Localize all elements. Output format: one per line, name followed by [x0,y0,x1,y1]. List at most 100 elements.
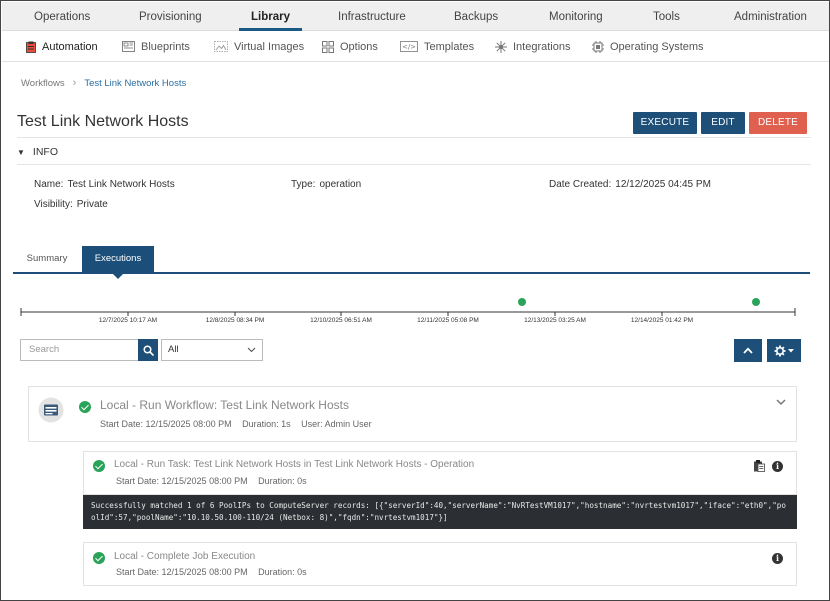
info-date-label: Date Created: [549,179,612,190]
gear-icon [774,345,786,356]
subnav-templates[interactable]: </> Templates [400,31,474,62]
execution-duration: Duration: 1s [242,419,291,429]
task-start-date: Start Date: 12/15/2025 08:00 PM [116,476,248,486]
top-nav: Operations Provisioning Library Infrastr… [2,2,829,31]
execution-user: User: Admin User [301,419,372,429]
info-date-value: 12/12/2025 04:45 PM [615,179,711,190]
sub-nav: Automation Blueprints Virtual Images Opt… [2,31,829,62]
page-title: Test Link Network Hosts [17,113,189,130]
operating-systems-icon [592,40,604,53]
nav-provisioning[interactable]: Provisioning [139,2,202,31]
divider [17,137,811,138]
info-date-created: Date Created: 12/12/2025 04:45 PM [549,179,711,190]
nav-administration[interactable]: Administration [734,2,807,31]
integrations-icon [495,40,507,53]
complete-meta: Start Date: 12/15/2025 08:00 PM Duration… [116,567,315,577]
complete-card[interactable]: Local - Complete Job Execution Start Dat… [83,542,797,586]
tab-caret-icon [113,274,123,279]
subnav-integrations-label: Integrations [513,40,571,53]
breadcrumb-current[interactable]: Test Link Network Hosts [84,78,186,89]
info-name-label: Name: [34,179,64,190]
subnav-automation[interactable]: Automation [26,31,98,62]
workflow-icon [38,397,64,423]
options-icon [322,40,334,53]
execution-start-date: Start Date: 12/15/2025 08:00 PM [100,419,232,429]
success-check-icon [93,460,105,472]
tab-underline [13,272,810,274]
nav-monitoring[interactable]: Monitoring [549,2,603,31]
subnav-templates-label: Templates [424,40,475,53]
timeline-ticks [127,312,663,316]
delete-button[interactable]: DELETE [749,112,807,134]
execution-meta: Start Date: 12/15/2025 08:00 PM Duration… [100,419,380,429]
tab-summary[interactable]: Summary [13,246,81,272]
task-meta: Start Date: 12/15/2025 08:00 PM Duration… [116,476,315,486]
nav-backups[interactable]: Backups [454,2,498,31]
info-visibility-label: Visibility: [34,199,73,210]
caret-down-icon [788,348,794,352]
complete-start-date: Start Date: 12/15/2025 08:00 PM [116,567,248,577]
search-button[interactable] [138,339,158,361]
timeline-execution-point[interactable] [518,298,526,306]
info-icon[interactable]: i [772,461,783,472]
copy-clipboard-icon[interactable] [753,459,765,472]
chevron-down-icon[interactable] [776,399,786,406]
subnav-automation-label: Automation [42,40,98,53]
edit-button[interactable]: EDIT [701,112,745,134]
timeline-label: 12/8/2025 08:34 PM [206,317,265,324]
chevron-right-icon: › [72,77,77,89]
search-input[interactable]: Search [20,339,138,361]
breadcrumb: Workflows › Test Link Network Hosts [21,77,186,89]
subnav-virtual-images[interactable]: Virtual Images [214,31,304,62]
nav-operations[interactable]: Operations [34,2,90,31]
nav-infrastructure[interactable]: Infrastructure [338,2,406,31]
info-type-label: Type: [291,179,316,190]
subnav-virtual-images-label: Virtual Images [234,40,305,53]
nav-library[interactable]: Library [239,2,302,31]
virtual-images-icon [214,41,228,52]
info-section-label: INFO [32,146,59,158]
info-visibility-value: Private [76,199,108,210]
svg-text:</>: </> [402,43,416,51]
info-name: Name: Test Link Network Hosts [34,179,175,190]
complete-duration: Duration: 0s [258,567,307,577]
info-visibility: Visibility: Private [34,199,108,210]
task-output-log: Successfully matched 1 of 6 PoolIPs to C… [83,495,797,529]
task-duration: Duration: 0s [258,476,307,486]
success-check-icon [93,552,105,564]
info-toggle[interactable]: ▼ INFO [17,146,58,158]
subnav-options[interactable]: Options [322,31,378,62]
tab-executions[interactable]: Executions [82,246,154,272]
caret-down-icon: ▼ [17,147,25,157]
nav-tools[interactable]: Tools [653,2,680,31]
breadcrumb-workflows[interactable]: Workflows [21,78,65,89]
info-type: Type: operation [291,179,361,190]
templates-icon: </> [400,41,418,52]
status-filter-select[interactable]: All [161,339,263,361]
execution-timeline: 12/7/2025 10:17 AM 12/8/2025 08:34 PM 12… [20,298,796,324]
chevron-down-icon [247,347,256,353]
settings-menu-button[interactable] [767,339,801,362]
subnav-options-label: Options [340,40,378,53]
info-name-value: Test Link Network Hosts [67,179,175,190]
clipboard-icon [26,41,36,53]
collapse-button[interactable] [734,339,762,362]
chevron-up-icon [743,347,753,354]
success-check-icon [79,401,91,413]
complete-title: Local - Complete Job Execution [114,551,256,562]
subnav-operating-systems[interactable]: Operating Systems [592,31,704,62]
timeline-label: 12/10/2025 06:51 AM [310,317,372,324]
divider [17,164,811,165]
subnav-blueprints-label: Blueprints [141,40,190,53]
subnav-integrations[interactable]: Integrations [495,31,570,62]
info-icon[interactable]: i [772,553,783,564]
execution-card[interactable]: Local - Run Workflow: Test Link Network … [28,386,797,442]
status-filter-value: All [168,344,179,355]
timeline-label: 12/11/2025 05:08 PM [417,317,479,324]
subnav-blueprints[interactable]: Blueprints [122,31,190,62]
blueprint-icon [122,41,135,52]
task-card[interactable]: Local - Run Task: Test Link Network Host… [83,451,797,495]
timeline-execution-point[interactable] [752,298,760,306]
execute-button[interactable]: EXECUTE [633,112,697,134]
execution-title: Local - Run Workflow: Test Link Network … [100,398,349,412]
